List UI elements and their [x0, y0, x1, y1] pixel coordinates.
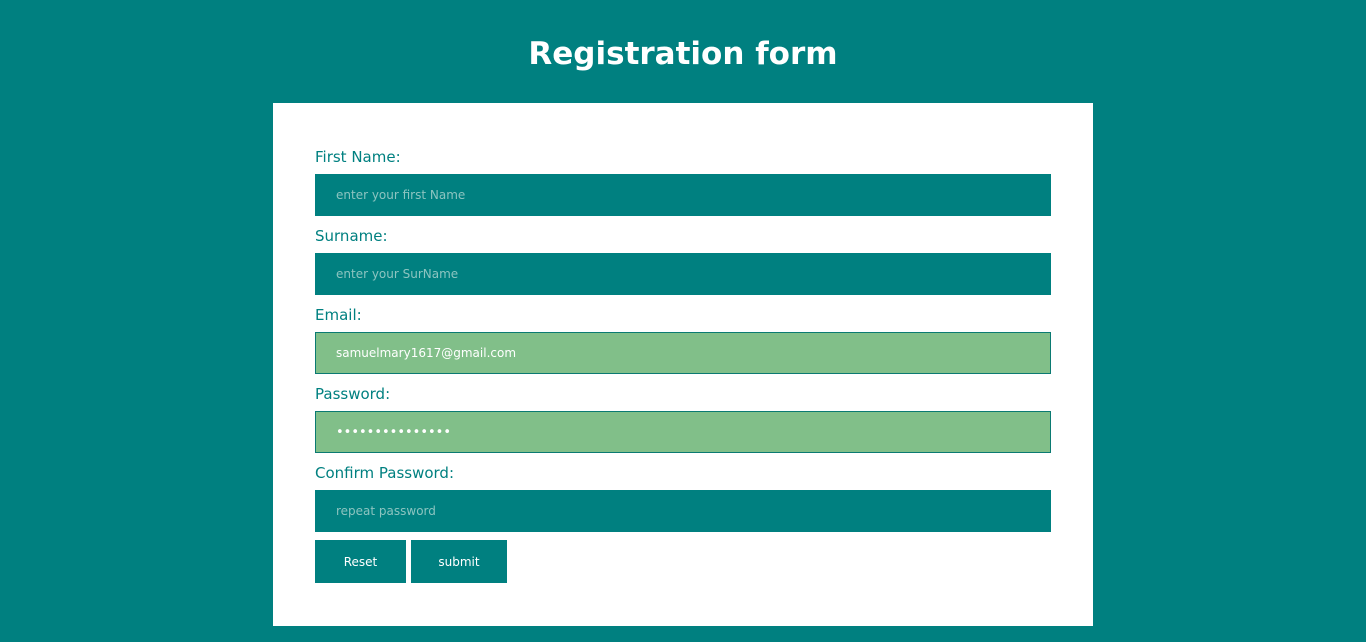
surname-input[interactable]	[315, 253, 1051, 295]
reset-button[interactable]: Reset	[315, 540, 406, 583]
registration-form: First Name: Surname: Email: Password: Co…	[273, 103, 1093, 626]
password-label: Password:	[315, 385, 391, 403]
submit-button[interactable]: submit	[411, 540, 507, 583]
confirm-password-label: Confirm Password:	[315, 464, 455, 482]
surname-label: Surname:	[315, 227, 388, 245]
password-input[interactable]	[315, 411, 1051, 453]
first-name-input[interactable]	[315, 174, 1051, 216]
confirm-password-input[interactable]	[315, 490, 1051, 532]
email-input[interactable]	[315, 332, 1051, 374]
email-label: Email:	[315, 306, 362, 324]
first-name-label: First Name:	[315, 148, 401, 166]
page-title: Registration form	[528, 36, 838, 72]
